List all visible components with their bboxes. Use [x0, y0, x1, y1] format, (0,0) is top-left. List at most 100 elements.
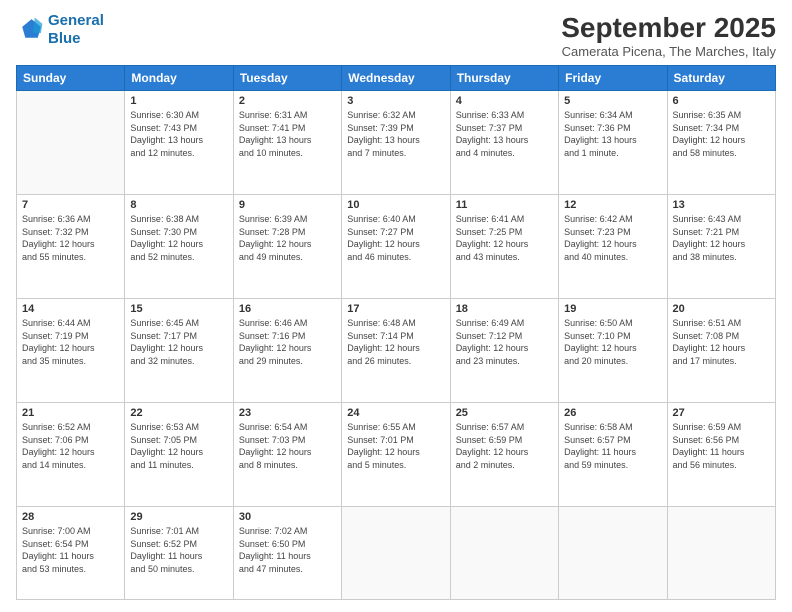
- calendar-week-row: 21 Sunrise: 6:52 AM Sunset: 7:06 PM Dayli…: [17, 402, 776, 506]
- day-info: Sunrise: 6:52 AM Sunset: 7:06 PM Dayligh…: [22, 421, 119, 471]
- table-row: 14 Sunrise: 6:44 AM Sunset: 7:19 PM Dayli…: [17, 298, 125, 402]
- day-info: Sunrise: 6:30 AM Sunset: 7:43 PM Dayligh…: [130, 109, 227, 159]
- header-sunday: Sunday: [17, 66, 125, 91]
- table-row: 4 Sunrise: 6:33 AM Sunset: 7:37 PM Daylig…: [450, 91, 558, 195]
- table-row: 15 Sunrise: 6:45 AM Sunset: 7:17 PM Dayli…: [125, 298, 233, 402]
- logo-text-line1: General: [48, 12, 104, 30]
- table-row: 2 Sunrise: 6:31 AM Sunset: 7:41 PM Daylig…: [233, 91, 341, 195]
- table-row: 21 Sunrise: 6:52 AM Sunset: 7:06 PM Dayli…: [17, 402, 125, 506]
- table-row: 16 Sunrise: 6:46 AM Sunset: 7:16 PM Dayli…: [233, 298, 341, 402]
- table-row: 13 Sunrise: 6:43 AM Sunset: 7:21 PM Dayli…: [667, 194, 775, 298]
- day-number: 17: [347, 303, 444, 315]
- day-number: 21: [22, 407, 119, 419]
- table-row: 19 Sunrise: 6:50 AM Sunset: 7:10 PM Dayli…: [559, 298, 667, 402]
- table-row: [342, 506, 450, 599]
- day-info: Sunrise: 6:45 AM Sunset: 7:17 PM Dayligh…: [130, 317, 227, 367]
- day-number: 11: [456, 199, 553, 211]
- table-row: [667, 506, 775, 599]
- day-info: Sunrise: 6:39 AM Sunset: 7:28 PM Dayligh…: [239, 213, 336, 263]
- header-wednesday: Wednesday: [342, 66, 450, 91]
- day-number: 6: [673, 95, 770, 107]
- table-row: 12 Sunrise: 6:42 AM Sunset: 7:23 PM Dayli…: [559, 194, 667, 298]
- calendar-week-row: 1 Sunrise: 6:30 AM Sunset: 7:43 PM Daylig…: [17, 91, 776, 195]
- table-row: 25Sunrise: 6:57 AM Sunset: 6:59 PM Dayli…: [450, 402, 558, 506]
- day-info: Sunrise: 6:49 AM Sunset: 7:12 PM Dayligh…: [456, 317, 553, 367]
- day-info: Sunrise: 6:50 AM Sunset: 7:10 PM Dayligh…: [564, 317, 661, 367]
- table-row: 7Sunrise: 6:36 AM Sunset: 7:32 PM Daylig…: [17, 194, 125, 298]
- day-number: 12: [564, 199, 661, 211]
- table-row: 17 Sunrise: 6:48 AM Sunset: 7:14 PM Dayli…: [342, 298, 450, 402]
- day-number: 3: [347, 95, 444, 107]
- day-info: Sunrise: 6:40 AM Sunset: 7:27 PM Dayligh…: [347, 213, 444, 263]
- table-row: 24Sunrise: 6:55 AM Sunset: 7:01 PM Dayli…: [342, 402, 450, 506]
- day-info: Sunrise: 6:58 AM Sunset: 6:57 PM Dayligh…: [564, 421, 661, 471]
- header-saturday: Saturday: [667, 66, 775, 91]
- header-monday: Monday: [125, 66, 233, 91]
- calendar-week-row: 7Sunrise: 6:36 AM Sunset: 7:32 PM Daylig…: [17, 194, 776, 298]
- weekday-header-row: Sunday Monday Tuesday Wednesday Thursday…: [17, 66, 776, 91]
- day-info: Sunrise: 6:42 AM Sunset: 7:23 PM Dayligh…: [564, 213, 661, 263]
- logo-text-line2: Blue: [48, 30, 104, 48]
- calendar-week-row: 14 Sunrise: 6:44 AM Sunset: 7:19 PM Dayli…: [17, 298, 776, 402]
- day-info: Sunrise: 6:57 AM Sunset: 6:59 PM Dayligh…: [456, 421, 553, 471]
- table-row: [17, 91, 125, 195]
- table-row: 11 Sunrise: 6:41 AM Sunset: 7:25 PM Dayli…: [450, 194, 558, 298]
- day-number: 9: [239, 199, 336, 211]
- day-number: 24: [347, 407, 444, 419]
- day-info: Sunrise: 6:44 AM Sunset: 7:19 PM Dayligh…: [22, 317, 119, 367]
- day-number: 1: [130, 95, 227, 107]
- day-info: Sunrise: 6:53 AM Sunset: 7:05 PM Dayligh…: [130, 421, 227, 471]
- day-info: Sunrise: 6:36 AM Sunset: 7:32 PM Dayligh…: [22, 213, 119, 263]
- day-number: 10: [347, 199, 444, 211]
- table-row: 8Sunrise: 6:38 AM Sunset: 7:30 PM Daylig…: [125, 194, 233, 298]
- day-number: 13: [673, 199, 770, 211]
- table-row: 5Sunrise: 6:34 AM Sunset: 7:36 PM Daylig…: [559, 91, 667, 195]
- day-number: 22: [130, 407, 227, 419]
- day-number: 29: [130, 511, 227, 523]
- day-number: 2: [239, 95, 336, 107]
- day-info: Sunrise: 6:59 AM Sunset: 6:56 PM Dayligh…: [673, 421, 770, 471]
- day-number: 30: [239, 511, 336, 523]
- day-info: Sunrise: 6:54 AM Sunset: 7:03 PM Dayligh…: [239, 421, 336, 471]
- day-info: Sunrise: 6:33 AM Sunset: 7:37 PM Dayligh…: [456, 109, 553, 159]
- header: General Blue September 2025 Camerata Pic…: [16, 12, 776, 59]
- logo: General Blue: [16, 12, 104, 48]
- day-info: Sunrise: 7:00 AM Sunset: 6:54 PM Dayligh…: [22, 525, 119, 575]
- day-number: 23: [239, 407, 336, 419]
- day-info: Sunrise: 6:46 AM Sunset: 7:16 PM Dayligh…: [239, 317, 336, 367]
- day-info: Sunrise: 6:51 AM Sunset: 7:08 PM Dayligh…: [673, 317, 770, 367]
- header-thursday: Thursday: [450, 66, 558, 91]
- table-row: 1 Sunrise: 6:30 AM Sunset: 7:43 PM Daylig…: [125, 91, 233, 195]
- day-number: 4: [456, 95, 553, 107]
- day-number: 15: [130, 303, 227, 315]
- table-row: 29Sunrise: 7:01 AM Sunset: 6:52 PM Dayli…: [125, 506, 233, 599]
- day-number: 5: [564, 95, 661, 107]
- table-row: 22 Sunrise: 6:53 AM Sunset: 7:05 PM Dayli…: [125, 402, 233, 506]
- calendar-table: Sunday Monday Tuesday Wednesday Thursday…: [16, 65, 776, 600]
- day-info: Sunrise: 6:38 AM Sunset: 7:30 PM Dayligh…: [130, 213, 227, 263]
- calendar-body: 1 Sunrise: 6:30 AM Sunset: 7:43 PM Daylig…: [17, 91, 776, 600]
- table-row: 20Sunrise: 6:51 AM Sunset: 7:08 PM Dayli…: [667, 298, 775, 402]
- day-number: 19: [564, 303, 661, 315]
- table-row: 30 Sunrise: 7:02 AM Sunset: 6:50 PM Dayli…: [233, 506, 341, 599]
- day-info: Sunrise: 6:32 AM Sunset: 7:39 PM Dayligh…: [347, 109, 444, 159]
- table-row: 28 Sunrise: 7:00 AM Sunset: 6:54 PM Dayli…: [17, 506, 125, 599]
- table-row: 9 Sunrise: 6:39 AM Sunset: 7:28 PM Daylig…: [233, 194, 341, 298]
- day-info: Sunrise: 6:43 AM Sunset: 7:21 PM Dayligh…: [673, 213, 770, 263]
- table-row: 18 Sunrise: 6:49 AM Sunset: 7:12 PM Dayli…: [450, 298, 558, 402]
- day-number: 14: [22, 303, 119, 315]
- table-row: [559, 506, 667, 599]
- day-number: 18: [456, 303, 553, 315]
- day-number: 16: [239, 303, 336, 315]
- day-number: 26: [564, 407, 661, 419]
- day-info: Sunrise: 6:31 AM Sunset: 7:41 PM Dayligh…: [239, 109, 336, 159]
- title-block: September 2025 Camerata Picena, The Marc…: [561, 12, 776, 59]
- table-row: 3 Sunrise: 6:32 AM Sunset: 7:39 PM Daylig…: [342, 91, 450, 195]
- day-info: Sunrise: 7:02 AM Sunset: 6:50 PM Dayligh…: [239, 525, 336, 575]
- table-row: 23 Sunrise: 6:54 AM Sunset: 7:03 PM Dayli…: [233, 402, 341, 506]
- day-info: Sunrise: 6:48 AM Sunset: 7:14 PM Dayligh…: [347, 317, 444, 367]
- day-info: Sunrise: 6:35 AM Sunset: 7:34 PM Dayligh…: [673, 109, 770, 159]
- page: General Blue September 2025 Camerata Pic…: [0, 0, 792, 612]
- day-info: Sunrise: 6:41 AM Sunset: 7:25 PM Dayligh…: [456, 213, 553, 263]
- day-number: 28: [22, 511, 119, 523]
